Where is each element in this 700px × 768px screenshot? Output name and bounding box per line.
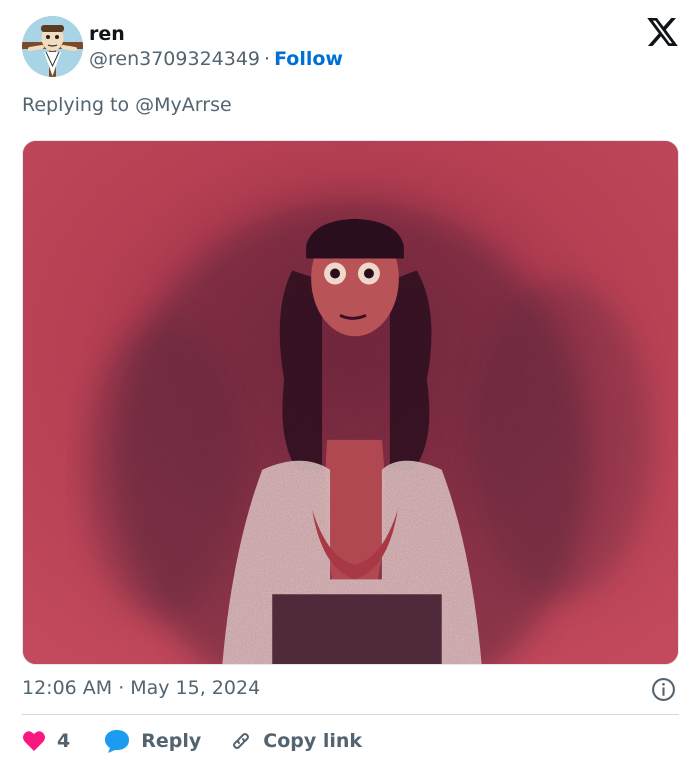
x-logo-icon[interactable] (647, 18, 678, 46)
handle-separator: · (264, 48, 271, 70)
tweet-timestamp[interactable]: 12:06 AM · May 15, 2024 (22, 676, 260, 700)
speech-bubble-icon (105, 730, 130, 753)
tweet-time: 12:06 AM (22, 677, 113, 699)
likes-count: 4 (57, 730, 71, 752)
heart-icon (23, 731, 45, 751)
author-display-name[interactable]: ren (89, 22, 125, 46)
attached-image[interactable] (22, 140, 679, 665)
info-icon[interactable] (651, 677, 676, 702)
reply-button[interactable]: Reply (104, 729, 201, 753)
author-avatar[interactable] (22, 16, 83, 77)
copy-link-label: Copy link (263, 730, 363, 752)
painting-image (23, 141, 678, 664)
timestamp-separator: · (118, 677, 125, 699)
author-handle-row: @ren3709324349 · Follow (89, 47, 343, 71)
like-button[interactable]: 4 (22, 730, 70, 752)
tweet-date: May 15, 2024 (130, 677, 261, 699)
author-handle[interactable]: @ren3709324349 (89, 48, 260, 70)
reply-context: Replying to @MyArrse (22, 94, 232, 116)
link-icon (233, 733, 250, 749)
action-divider (22, 714, 679, 715)
action-bar: 4 Reply Copy link (22, 725, 362, 757)
follow-button[interactable]: Follow (274, 48, 343, 70)
cartoon-avatar-icon (22, 16, 83, 77)
tweet-card: ren @ren3709324349 · Follow Replying to @M… (0, 0, 700, 768)
copy-link-button[interactable]: Copy link (229, 729, 362, 753)
reply-label: Reply (141, 730, 202, 752)
